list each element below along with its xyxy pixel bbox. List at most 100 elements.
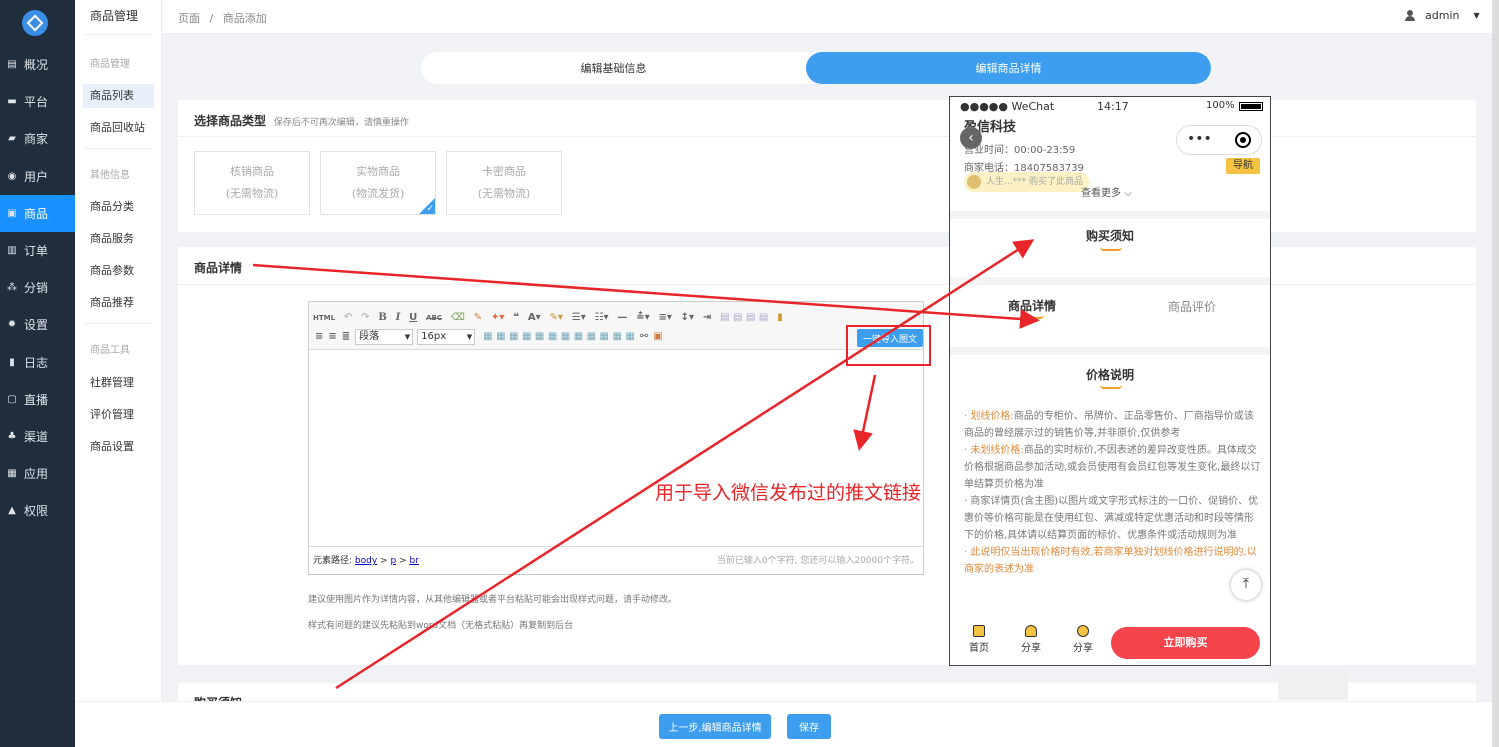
sidebar-item-6[interactable]: ⁂ 分销 (0, 269, 75, 306)
sidebar-item-11[interactable]: ▦ 应用 (0, 455, 75, 492)
row-spacing-icon[interactable]: ≡▾ (658, 312, 671, 324)
line-height-icon[interactable]: ↕▾ (681, 312, 694, 324)
home-icon (973, 625, 985, 637)
path-body-link[interactable]: body (355, 556, 377, 566)
link-icon[interactable]: ⚯ (640, 331, 648, 343)
sidebar-item-0[interactable]: ▤ 概况 (0, 46, 75, 83)
view-more-link[interactable]: 查看更多 ⌵ (1081, 184, 1132, 199)
auto-format-icon[interactable]: ✦▾ (491, 312, 504, 324)
battery-icon (1239, 102, 1263, 111)
table-tools-icon[interactable]: ▦ ▦ ▦ ▦ ▦ ▦ ▦ ▦ ▦ ▦ ▦ ▦ (483, 331, 635, 343)
subnav-item-comments[interactable]: 评价管理 (83, 403, 154, 427)
horizontal-rule-icon[interactable]: — (617, 312, 627, 324)
share-tab-1[interactable]: 分享 (1016, 625, 1046, 654)
indent-icon[interactable]: ⇥ (703, 312, 711, 324)
step-goods-detail[interactable]: 编辑商品详情 (806, 52, 1211, 84)
tab-goods-detail[interactable]: 商品详情 (1008, 297, 1056, 314)
close-circle-icon[interactable] (1235, 132, 1251, 148)
align-justify-icon[interactable]: ≣ (342, 331, 350, 343)
editor-content-area[interactable] (309, 350, 923, 540)
sidebar-item-9[interactable]: ▢ 直播 (0, 381, 75, 418)
subnav-group-other: 其他信息 (90, 170, 130, 181)
paragraph-select[interactable]: 段落 ▼ (355, 329, 414, 345)
italic-icon[interactable]: I (396, 312, 401, 324)
user-name: admin (1425, 9, 1460, 22)
step-basic-info[interactable]: 编辑基础信息 (421, 52, 806, 84)
subnav-item-settings[interactable]: 商品设置 (83, 435, 154, 459)
sidebar-item-10[interactable]: ♣ 渠道 (0, 418, 75, 455)
highlight-icon[interactable]: ✎▾ (550, 312, 563, 324)
subnav-item-recommend[interactable]: 商品推荐 (83, 291, 154, 315)
share-tree-icon: ⁂ (7, 282, 17, 294)
prev-step-button[interactable]: 上一步,编辑商品详情 (659, 714, 771, 739)
capsule-menu[interactable]: ••• (1176, 125, 1262, 155)
sidebar-item-label: 商家 (24, 132, 49, 147)
type-option-name: 卡密商品 (482, 165, 526, 178)
subnav-item-params[interactable]: 商品参数 (83, 259, 154, 283)
goods-type-option-0[interactable]: 核销商品 (无需物流) (194, 151, 310, 215)
redo-icon[interactable]: ↷ (361, 312, 369, 324)
paragraph-spacing-icon[interactable]: ≛▾ (636, 312, 649, 324)
price-note-body: · 划线价格:商品的专柜价、吊牌价、正品零售价、厂商指导价或该商品的曾经展示过的… (964, 411, 1261, 575)
image-icon[interactable]: ▣ (653, 331, 662, 343)
subnav-item-goods-list[interactable]: 商品列表 (83, 84, 154, 108)
path-p-link[interactable]: p (390, 556, 396, 566)
page-scrollbar[interactable] (1492, 0, 1499, 747)
path-br-link[interactable]: br (409, 556, 418, 566)
font-size-select[interactable]: 16px ▼ (417, 329, 476, 345)
sidebar-item-2[interactable]: ▰ 商家 (0, 120, 75, 157)
channel-icon: ♣ (7, 431, 17, 442)
buyer-ticker: 人生...*** 购买了此商品 (964, 172, 1089, 192)
eraser-icon[interactable]: ⌫ (451, 312, 465, 324)
font-color-icon[interactable]: A▾ (528, 312, 541, 324)
save-button[interactable]: 保存 (787, 714, 831, 739)
back-to-top-icon[interactable]: ⤒ (1231, 570, 1261, 600)
phone-bottom-bar: 首页 分享 分享 立即购买 (950, 617, 1270, 665)
sidebar-item-3[interactable]: ◉ 用户 (0, 158, 75, 195)
subnav-item-service[interactable]: 商品服务 (83, 227, 154, 251)
gear-icon: ✹ (7, 319, 17, 331)
sidebar-item-7[interactable]: ✹ 设置 (0, 306, 75, 343)
strikethrough-icon[interactable]: ABC (426, 312, 442, 324)
sidebar-item-12[interactable]: ▲ 权限 (0, 492, 75, 529)
table-ops-icon[interactable]: ▤ ▤ ▤ ▤ (720, 312, 768, 324)
underline-icon[interactable]: U (409, 312, 417, 324)
editor-note-2: 样式有问题的建议先粘贴到word文档（无格式粘贴）再复制到后台 (308, 621, 574, 631)
sidebar-item-1[interactable]: ▬ 平台 (0, 83, 75, 120)
chevron-down-icon: ⌵ (1124, 188, 1132, 199)
subnav-item-recycle[interactable]: 商品回收站 (83, 116, 154, 140)
more-dots-icon[interactable]: ••• (1187, 132, 1212, 146)
ordered-list-icon[interactable]: ☰▾ (572, 312, 586, 324)
phone-battery: 100% (1206, 100, 1235, 111)
app-logo-icon[interactable] (22, 10, 48, 36)
align-center-icon[interactable]: ≡ (328, 331, 336, 343)
buy-now-button[interactable]: 立即购买 (1111, 627, 1260, 659)
share-tab-2[interactable]: 分享 (1068, 625, 1098, 654)
type-option-sub: (无需物流) (477, 187, 531, 200)
html-icon[interactable]: HTML (313, 312, 335, 324)
sidebar-item-4[interactable]: ▣ 商品 (0, 194, 75, 232)
subnav-item-category[interactable]: 商品分类 (83, 195, 154, 219)
subnav-item-community[interactable]: 社群管理 (83, 371, 154, 395)
undo-icon[interactable]: ↶ (344, 312, 352, 324)
format-brush-icon[interactable]: ✎ (474, 312, 482, 324)
breadcrumb-home[interactable]: 页面 (178, 12, 200, 25)
align-left-icon[interactable]: ≡ (315, 331, 323, 343)
bold-icon[interactable]: B (378, 312, 386, 324)
sidebar-item-5[interactable]: ▥ 订单 (0, 232, 75, 269)
goods-type-title: 选择商品类型 (194, 114, 267, 128)
home-tab[interactable]: 首页 (964, 625, 994, 654)
unordered-list-icon[interactable]: ☷▾ (595, 312, 609, 324)
goods-type-option-2[interactable]: 卡密商品 (无需物流) (446, 151, 562, 215)
quote-icon[interactable]: ❝ (513, 312, 519, 324)
goods-type-option-1[interactable]: 实物商品 (物流发货) ✓ (320, 151, 436, 215)
navigate-button[interactable]: 导航 (1226, 158, 1260, 174)
user-icon (1405, 10, 1415, 21)
highlight-marker-icon[interactable]: ▮ (777, 312, 783, 324)
sidebar-item-8[interactable]: ▮ 日志 (0, 344, 75, 381)
price-note-title: 价格说明 (1085, 368, 1134, 382)
tab-goods-review[interactable]: 商品评价 (1168, 298, 1216, 315)
mobile-preview: ●●●●● WeChat 14:17 100% 盈信科技 ‹ 营业时间：00:0… (949, 96, 1271, 666)
user-menu[interactable]: admin ▼ (1405, 9, 1480, 22)
share-bag-icon (1025, 625, 1037, 637)
